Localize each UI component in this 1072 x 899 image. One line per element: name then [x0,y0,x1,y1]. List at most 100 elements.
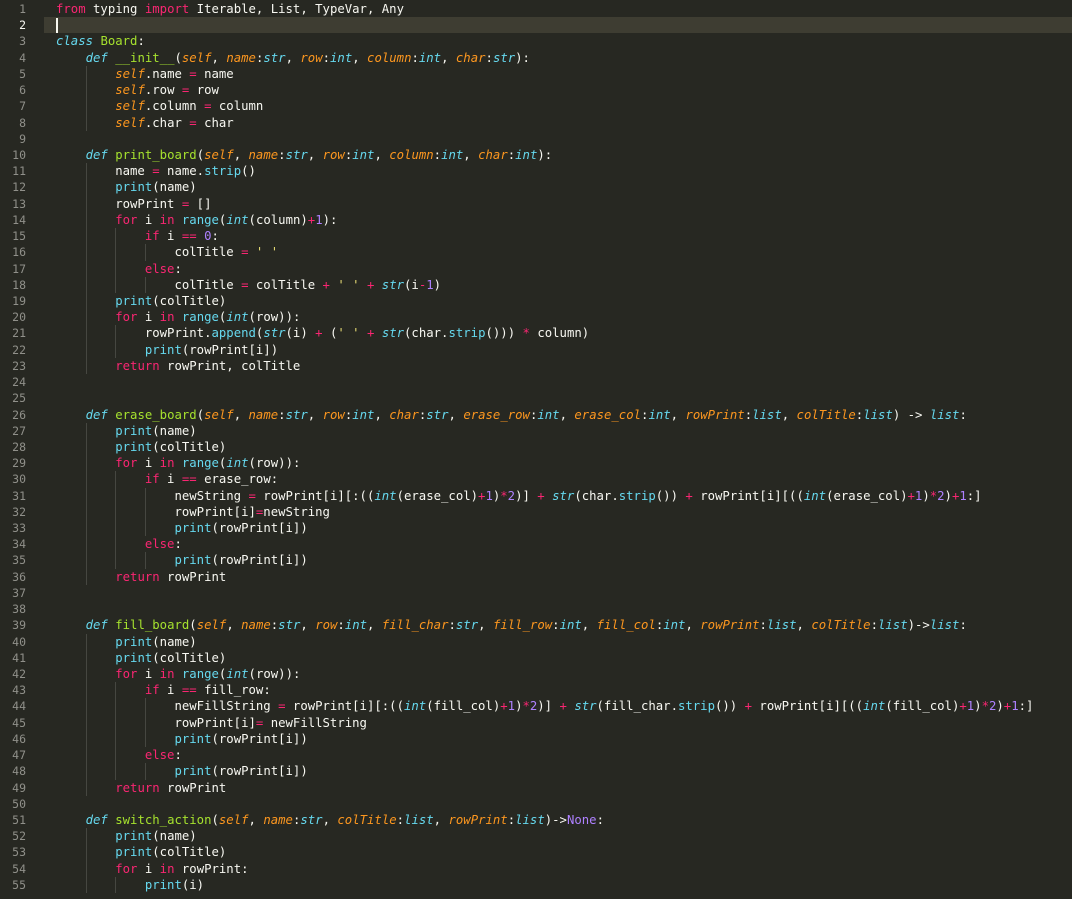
code-line[interactable]: return rowPrint [56,569,226,585]
code-line[interactable]: def fill_board(self, name:str, row:int, … [56,617,967,633]
code-token: def [85,407,108,422]
code-line[interactable]: for i in range(int(row)): [56,309,300,325]
indent-guide [85,114,87,131]
code-token: int [663,618,686,633]
indent-guide [144,503,146,521]
code-token: ' ' [337,277,360,292]
line-number: 35 [12,553,26,568]
code-token: for [115,310,138,325]
code-token: column) [529,326,590,341]
code-line[interactable]: self.name = name [56,66,233,82]
code-line[interactable]: return rowPrint [56,780,226,796]
code-line[interactable]: print(rowPrint[i]) [56,763,307,779]
code-token: : [870,618,878,633]
code-token: (i) [285,326,316,341]
code-line[interactable]: print(i) [56,877,204,893]
code-line[interactable]: rowPrint[i]= newFillString [56,715,367,731]
code-line[interactable]: print(name) [56,179,196,195]
code-line[interactable]: print(rowPrint[i]) [56,731,307,747]
code-token: + [500,699,508,714]
code-line[interactable]: for i in range(int(row)): [56,666,300,682]
code-line[interactable]: if i == fill_row: [56,682,271,698]
code-token: str [381,326,405,341]
code-token: name [241,618,271,633]
code-line[interactable]: else: [56,261,182,277]
code-token: str [300,813,323,827]
code-token: : [174,537,182,552]
code-line[interactable]: self.row = row [56,82,219,98]
code-token: ) [944,488,952,503]
code-line[interactable]: if i == erase_row: [56,471,278,487]
code-line[interactable]: if i == 0: [56,228,219,244]
line-number: 50 [12,796,26,811]
code-token: rowPrint[i][(( [752,699,864,714]
line-number: 33 [12,521,26,536]
code-line[interactable]: else: [56,747,182,763]
line-number: 28 [12,439,26,454]
code-line[interactable]: print(colTitle) [56,293,226,309]
code-token: erase_col [574,407,642,422]
code-line[interactable]: from typing import Iterable, List, TypeV… [56,1,404,17]
code-token: , [322,813,338,827]
code-line[interactable]: else: [56,536,182,552]
code-line[interactable]: self.column = column [56,98,263,114]
code-line[interactable]: for i in range(int(column)+1): [56,212,337,228]
code-token: i [137,861,160,876]
code-token: , [233,407,249,422]
line-number: 4 [19,50,26,65]
code-token: : [448,618,456,633]
code-line[interactable]: colTitle = ' ' [56,244,278,260]
code-area[interactable]: from typing import Iterable, List, TypeV… [44,0,1072,899]
code-editor[interactable]: 1 2 3 4 5 6 7 8 9 10 11 12 13 14 15 16 17 18 19 20 21 22 23 24 2… [0,0,1072,899]
code-line[interactable]: rowPrint[i]=newString [56,504,329,520]
indent-guide [85,228,87,245]
code-token: (row)): [248,667,301,682]
code-line[interactable]: print(rowPrint[i]) [56,520,307,536]
code-line[interactable]: def print_board(self, name:str, row:int,… [56,147,553,163]
code-line[interactable]: newFillString = rowPrint[i][:((int(fill_… [56,698,1033,714]
code-line[interactable]: colTitle = colTitle + ' ' + str(i-1) [56,277,441,293]
code-line[interactable]: newString = rowPrint[i][:((int(erase_col… [56,488,981,504]
code-token: : [278,147,286,162]
code-token: int [344,618,368,633]
code-token: self [196,618,227,633]
code-line[interactable]: def switch_action(self, name: str, colTit… [56,812,604,828]
code-line[interactable]: def erase_board(self, name:str, row:int,… [56,407,967,423]
code-line[interactable]: print(name) [56,634,197,650]
code-token: rowPrint, colTitle [159,358,301,373]
code-line[interactable]: print(name) [56,423,196,439]
code-token: int [352,147,375,162]
code-line[interactable]: def __init__(self, name:str, row:int, co… [56,50,530,66]
code-line[interactable]: print(colTitle) [56,844,226,860]
indent-guide [85,438,87,456]
code-line[interactable]: for i in range(int(row)): [56,455,300,471]
code-line[interactable]: return rowPrint, colTitle [56,358,300,374]
code-token: (colTitle) [152,845,227,860]
code-line[interactable]: print(rowPrint[i]) [56,342,278,358]
code-token: , [448,407,464,422]
indent-guide [144,763,146,780]
code-line[interactable]: rowPrint.append(str(i) + (' ' + str(char… [56,325,589,341]
indent-guide [85,714,87,731]
code-line[interactable]: rowPrint = [] [56,196,211,212]
code-line[interactable]: print(name) [56,828,196,844]
code-token: str [285,147,308,162]
indent-guide [115,471,117,488]
code-token: , [248,813,264,827]
code-line[interactable]: print(colTitle) [56,439,226,455]
code-line[interactable]: self.char = char [56,115,233,131]
code-token: , [307,407,323,422]
indent-guide [85,211,87,229]
line-number: 18 [12,277,26,292]
code-line[interactable]: print(rowPrint[i]) [56,552,307,568]
code-token: )-> [544,813,567,827]
code-line[interactable]: print(colTitle) [56,650,226,666]
line-number: 53 [12,845,26,860]
line-number: 24 [12,375,26,390]
code-line[interactable]: class Board: [56,33,145,49]
code-token: str [381,277,405,292]
code-token: (name) [152,634,197,649]
